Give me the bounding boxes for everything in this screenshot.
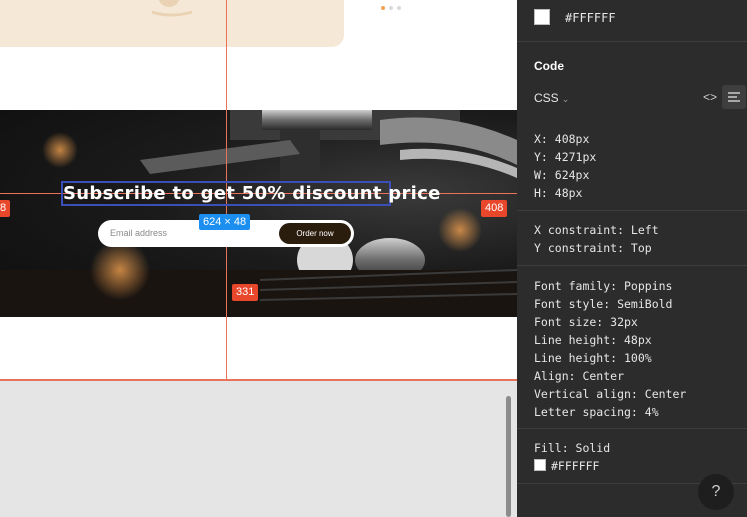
prop-h: H: 48px	[534, 186, 583, 200]
carousel-dots[interactable]	[381, 6, 401, 10]
prop-x: X: 408px	[534, 132, 590, 146]
list-view-icon[interactable]	[722, 85, 746, 109]
typography-section: Font family: Poppins Font style: SemiBol…	[517, 266, 747, 429]
email-input[interactable]: Email address	[110, 220, 167, 247]
color-section: #FFFFFF	[517, 0, 747, 42]
help-button[interactable]: ?	[698, 474, 734, 510]
spacing-right-badge: 408	[481, 200, 508, 217]
code-view-icon[interactable]: <>	[703, 90, 717, 104]
prop-font-family: Font family: Poppins	[534, 279, 673, 293]
fill-swatch[interactable]	[534, 459, 546, 471]
prop-x-constraint: X constraint: Left	[534, 223, 659, 237]
frame-bottom-guide	[0, 379, 517, 381]
fill-hex[interactable]: #FFFFFF	[551, 459, 599, 473]
prop-line-height-pct: Line height: 100%	[534, 351, 652, 365]
constraints-section: X constraint: Left Y constraint: Top	[517, 211, 747, 266]
prop-y: Y: 4271px	[534, 150, 597, 164]
coffee-cup-icon	[152, 0, 193, 17]
prop-y-constraint: Y constraint: Top	[534, 241, 652, 255]
carousel-dot[interactable]	[389, 6, 393, 10]
spacing-left-badge: 8	[0, 200, 11, 217]
carousel-dot[interactable]	[397, 6, 401, 10]
subscribe-hero-image[interactable]	[0, 110, 517, 317]
color-hex[interactable]: #FFFFFF	[565, 11, 616, 25]
coffee-card[interactable]	[0, 0, 344, 47]
language-select-label: CSS	[534, 91, 559, 105]
order-now-button[interactable]: Order now	[279, 223, 351, 244]
subscribe-headline-selected[interactable]: Subscribe to get 50% discount price	[61, 181, 440, 206]
code-title: Code	[534, 59, 564, 73]
prop-font-style: Font style: SemiBold	[534, 297, 673, 311]
chevron-down-icon: ⌄	[561, 94, 570, 104]
inspector-panel: #FFFFFF Code CSS ⌄ <> X: 408px Y: 4271px …	[517, 0, 747, 517]
color-swatch[interactable]	[534, 9, 550, 25]
canvas-scrollbar-thumb[interactable]	[506, 396, 511, 517]
prop-w: W: 624px	[534, 168, 590, 182]
code-section: Code CSS ⌄ <> X: 408px Y: 4271px W: 624px…	[517, 42, 747, 211]
prop-line-height-px: Line height: 48px	[534, 333, 652, 347]
language-select[interactable]: CSS ⌄	[534, 91, 569, 105]
selection-size-badge: 624 × 48	[199, 214, 251, 230]
carousel-dot-active[interactable]	[381, 6, 385, 10]
prop-font-size: Font size: 32px	[534, 315, 638, 329]
spacing-bottom-badge: 331	[232, 284, 259, 301]
list-lines-icon	[728, 92, 740, 102]
design-canvas[interactable]: Subscribe to get 50% discount price Emai…	[0, 0, 517, 517]
prop-fill: Fill: Solid	[534, 441, 611, 455]
prop-letter-spacing: Letter spacing: 4%	[534, 405, 659, 419]
prop-vertical-align: Vertical align: Center	[534, 387, 687, 401]
espresso-machine-photo	[0, 110, 517, 317]
prop-align: Align: Center	[534, 369, 625, 383]
